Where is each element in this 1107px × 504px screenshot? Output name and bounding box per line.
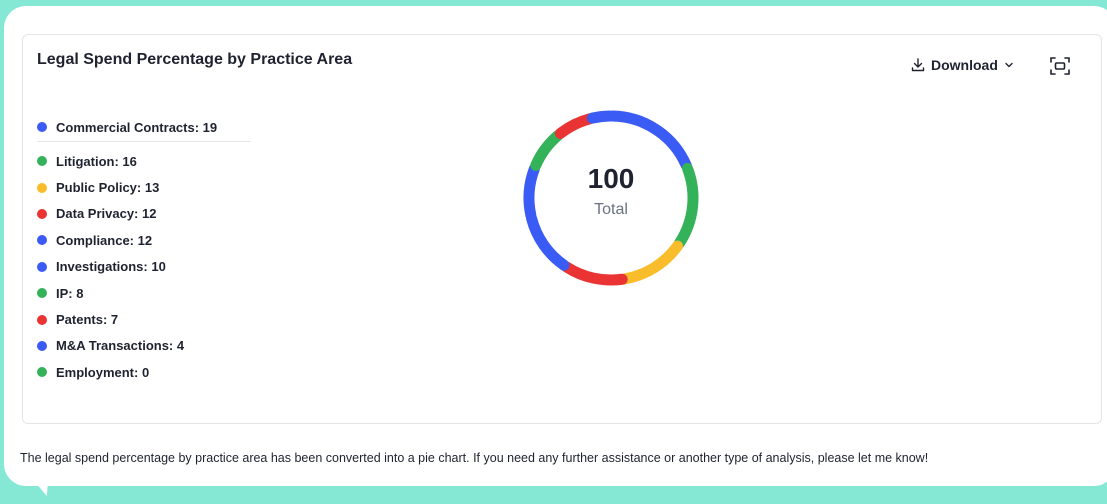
legend-dot: [37, 367, 47, 378]
total-value: 100: [587, 163, 635, 194]
legend-dot: [37, 122, 47, 132]
chart-title: Legal Spend Percentage by Practice Area: [37, 51, 353, 68]
legend-item[interactable]: Public Policy: 13: [37, 174, 267, 200]
legend-dot: [37, 314, 47, 325]
donut-segment[interactable]: [607, 110, 692, 171]
legend-dot: [37, 208, 47, 219]
legend-label: Litigation: 16: [56, 153, 137, 169]
legend-label: IP: 8: [56, 285, 84, 301]
donut-segment[interactable]: [619, 240, 683, 285]
donut-segment[interactable]: [526, 212, 570, 271]
legend-item[interactable]: Compliance: 12: [37, 227, 267, 253]
legend-item[interactable]: M&A Transactions: 4: [37, 333, 267, 359]
legend-dot: [37, 261, 47, 272]
donut-chart: 100 Total: [516, 103, 706, 293]
chevron-down-icon: [1004, 60, 1014, 70]
donut-svg: [523, 110, 699, 286]
legend-label: Employment: 0: [56, 364, 150, 380]
legend-item[interactable]: Data Privacy: 12: [37, 201, 267, 227]
legend-item[interactable]: Investigations: 10: [37, 254, 267, 280]
donut-segment[interactable]: [561, 261, 628, 286]
legend-label: Patents: 7: [56, 312, 119, 328]
legend-item[interactable]: Litigation: 16: [37, 148, 267, 174]
legend-label: Public Policy: 13: [56, 180, 160, 196]
legend-dot: [37, 235, 47, 246]
legend-item[interactable]: Commercial Contracts: 19: [37, 113, 251, 142]
donut-segment[interactable]: [554, 113, 595, 139]
legend-label: Investigations: 10: [56, 259, 166, 275]
legend-item[interactable]: IP: 8: [37, 280, 267, 306]
expand-icon[interactable]: [1048, 55, 1072, 77]
legend-dot: [37, 288, 47, 299]
download-button[interactable]: Download: [911, 55, 1014, 75]
legend-dot: [37, 182, 47, 193]
legend-label: Data Privacy: 12: [56, 206, 157, 222]
download-label: Download: [931, 57, 998, 73]
legend-dot: [37, 340, 47, 351]
assistant-message: The legal spend percentage by practice a…: [20, 451, 929, 465]
donut-segment[interactable]: [530, 129, 564, 171]
legend-label: Compliance: 12: [56, 232, 153, 248]
legend-item[interactable]: Employment: 0: [37, 359, 267, 385]
legend-dot: [37, 156, 47, 167]
donut-segment[interactable]: [586, 110, 615, 124]
chart-legend: Commercial Contracts: 19 Litigation: 16 Pu…: [37, 113, 267, 386]
chart-card: Legal Spend Percentage by Practice Area …: [22, 34, 1102, 424]
legend-label: M&A Transactions: 4: [56, 338, 185, 354]
download-icon: [911, 58, 925, 72]
total-label: Total: [594, 201, 628, 218]
legend-item[interactable]: Patents: 7: [37, 306, 267, 332]
legend-label: Commercial Contracts: 19: [56, 119, 218, 135]
